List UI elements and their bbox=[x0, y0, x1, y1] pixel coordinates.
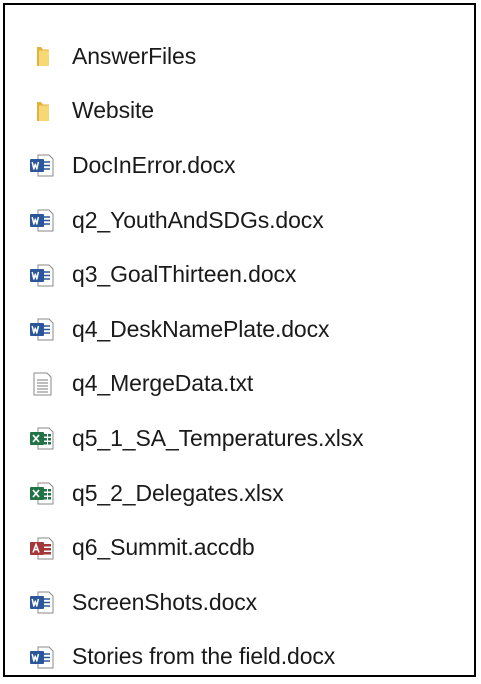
file-name: q3_GoalThirteen.docx bbox=[72, 261, 297, 288]
word-icon bbox=[28, 206, 56, 234]
folder-icon bbox=[28, 42, 56, 70]
file-list-item[interactable]: q3_GoalThirteen.docx bbox=[5, 247, 474, 302]
file-list-item[interactable]: AnswerFiles bbox=[5, 29, 474, 84]
excel-icon bbox=[28, 479, 56, 507]
file-list-item[interactable]: Website bbox=[5, 84, 474, 139]
file-list-item[interactable]: q4_DeskNamePlate.docx bbox=[5, 302, 474, 357]
file-list-item[interactable]: Stories from the field.docx bbox=[5, 630, 474, 684]
word-icon bbox=[28, 643, 56, 671]
file-name: Website bbox=[72, 97, 154, 124]
word-icon bbox=[28, 151, 56, 179]
word-icon bbox=[28, 261, 56, 289]
file-list-item[interactable]: q5_2_Delegates.xlsx bbox=[5, 466, 474, 521]
file-list-window: AnswerFiles Website DocInError.docx q2_Y… bbox=[3, 3, 476, 677]
excel-icon bbox=[28, 424, 56, 452]
folder-icon bbox=[28, 97, 56, 125]
file-list-item[interactable]: q5_1_SA_Temperatures.xlsx bbox=[5, 411, 474, 466]
file-name: q4_DeskNamePlate.docx bbox=[72, 315, 330, 342]
file-name: q2_YouthAndSDGs.docx bbox=[72, 206, 324, 233]
file-name: DocInError.docx bbox=[72, 151, 236, 178]
file-list-item[interactable]: ScreenShots.docx bbox=[5, 575, 474, 630]
file-name: Stories from the field.docx bbox=[72, 643, 336, 670]
file-name: q4_MergeData.txt bbox=[72, 370, 254, 397]
text-file-icon bbox=[28, 370, 56, 398]
file-list-item[interactable]: q6_Summit.accdb bbox=[5, 520, 474, 575]
file-list-item[interactable]: q2_YouthAndSDGs.docx bbox=[5, 193, 474, 248]
access-icon bbox=[28, 534, 56, 562]
word-icon bbox=[28, 588, 56, 616]
file-name: q6_Summit.accdb bbox=[72, 534, 255, 561]
file-list: AnswerFiles Website DocInError.docx q2_Y… bbox=[5, 29, 474, 684]
file-name: q5_2_Delegates.xlsx bbox=[72, 479, 284, 506]
file-list-item[interactable]: DocInError.docx bbox=[5, 138, 474, 193]
file-list-item[interactable]: q4_MergeData.txt bbox=[5, 357, 474, 412]
file-name: q5_1_SA_Temperatures.xlsx bbox=[72, 424, 364, 451]
file-name: ScreenShots.docx bbox=[72, 588, 258, 615]
file-name: AnswerFiles bbox=[72, 42, 197, 69]
word-icon bbox=[28, 315, 56, 343]
